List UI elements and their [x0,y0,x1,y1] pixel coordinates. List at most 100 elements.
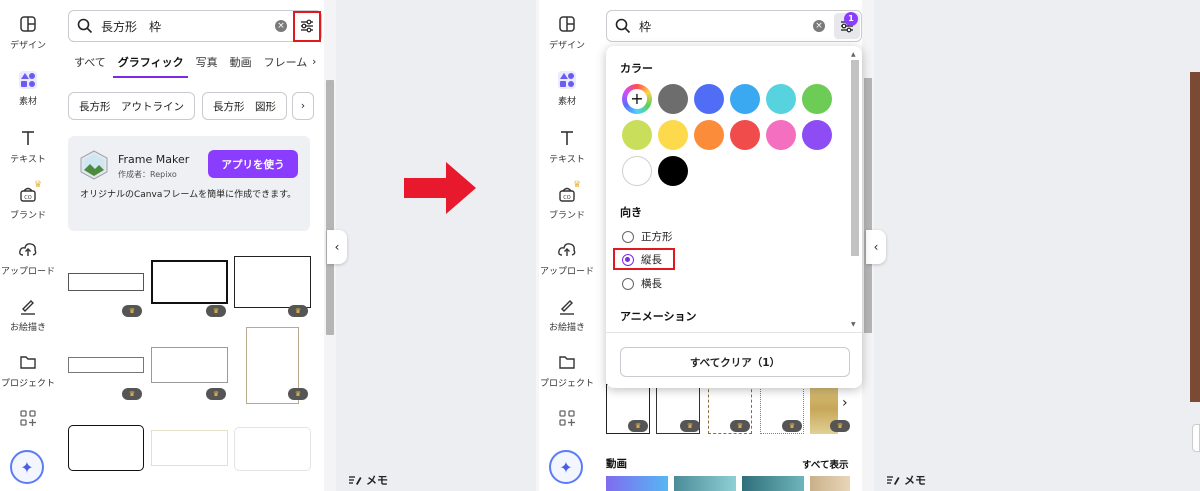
rail-item-projects[interactable]: プロジェクト [0,352,56,389]
popover-divider [606,332,862,333]
transition-arrow-icon [404,162,476,214]
rail-label: デザイン [9,41,46,51]
tab-photos[interactable]: 写真 [196,54,218,70]
rail-item-upload[interactable]: アップロード [539,240,595,277]
result-frame-thumbnail[interactable] [234,256,311,308]
premium-crown-icon: ♛ [628,420,648,432]
premium-crown-icon: ♛ [288,388,308,400]
collapse-panel-chevron-icon[interactable]: ‹ [866,230,886,264]
clear-all-button[interactable]: すべてクリア（1） [620,347,850,377]
rail-item-brand[interactable]: CO ブランド [0,184,56,221]
result-frame-thumbnail[interactable] [68,357,144,373]
page-control[interactable] [1192,424,1200,452]
app-name: Frame Maker [118,153,190,166]
color-swatch[interactable] [658,84,688,114]
rail-item-elements[interactable]: 素材 [539,70,595,107]
draw-icon [560,300,574,315]
results-next-chevron-icon[interactable]: › [842,395,848,411]
apps-icon[interactable] [18,408,38,428]
premium-crown-icon: ♛ [680,420,700,432]
rail-item-projects[interactable]: プロジェクト [539,352,595,389]
design-icon [559,16,575,32]
add-custom-color-button[interactable]: + [622,84,652,114]
rail-item-brand[interactable]: CO ブランド [539,184,595,221]
rail-label: 素材 [557,97,576,107]
canvas-design-edge [1190,72,1200,402]
clear-search-icon[interactable]: × [813,20,825,32]
result-frame-thumbnail[interactable] [151,260,228,304]
collapse-panel-chevron-icon[interactable]: ‹ [327,230,347,264]
scroll-down-icon[interactable]: ▼ [851,321,856,328]
color-swatch[interactable] [730,84,760,114]
color-swatch[interactable] [622,156,652,186]
search-icon [615,18,631,34]
memo-button[interactable]: メモ [886,472,926,488]
magic-sparkle-icon[interactable]: ✦ [10,450,44,484]
color-swatch[interactable] [730,120,760,150]
search-value: 枠 [639,19,652,34]
frame-maker-logo-icon [80,150,108,180]
rail-item-text[interactable]: テキスト [0,128,56,165]
scroll-up-icon[interactable]: ▲ [851,51,856,58]
video-thumbnail[interactable] [606,476,668,491]
search-input[interactable]: 枠 × [606,10,862,42]
upload-icon [19,243,37,256]
suggestion-chip[interactable]: 長方形 アウトライン [68,92,195,120]
rail-item-design[interactable]: デザイン [0,14,56,51]
upload-icon [558,243,576,256]
result-frame-thumbnail[interactable] [234,427,311,471]
svg-text:CO: CO [24,195,31,201]
suggestion-chip[interactable]: 長方形 図形 [202,92,287,120]
color-swatch[interactable] [802,84,832,114]
active-tab-indicator [113,76,188,78]
result-frame-thumbnail[interactable] [68,425,144,471]
color-swatch[interactable] [802,120,832,150]
tab-videos[interactable]: 動画 [230,54,252,70]
result-frame-thumbnail[interactable] [151,430,228,466]
result-frame-thumbnail[interactable] [68,273,144,291]
orientation-landscape-radio[interactable] [622,278,634,290]
right-panel-scrollbar[interactable] [864,78,872,333]
rail-item-draw[interactable]: お絵描き [539,296,595,333]
tab-frames[interactable]: フレーム [264,54,308,70]
rail-item-text[interactable]: テキスト [539,128,595,165]
rail-item-upload[interactable]: アップロード [0,240,56,277]
rail-item-design[interactable]: デザイン [539,14,595,51]
see-all-link[interactable]: すべて表示 [802,457,848,471]
rail-label: アップロード [539,267,594,277]
design-icon [20,16,36,32]
chips-next-chevron-icon[interactable]: › [292,92,314,120]
video-thumbnail[interactable] [674,476,736,491]
color-swatch[interactable] [622,120,652,150]
rail-item-draw[interactable]: お絵描き [0,296,56,333]
orientation-square-radio[interactable] [622,231,634,243]
color-swatch[interactable] [658,120,688,150]
memo-button[interactable]: メモ [348,472,388,488]
video-thumbnail[interactable] [810,476,850,491]
result-frame-thumbnail[interactable] [151,347,228,383]
apps-icon[interactable] [557,408,577,428]
color-swatch[interactable] [766,120,796,150]
tab-all[interactable]: すべて [74,54,106,70]
magic-sparkle-icon[interactable]: ✦ [549,450,583,484]
color-swatch[interactable] [658,156,688,186]
tab-graphics[interactable]: グラフィック [118,54,184,70]
popover-scrollbar[interactable] [851,60,859,256]
search-input[interactable]: 長方形 枠 × [68,10,322,42]
rail-item-elements[interactable]: 素材 [0,70,56,107]
video-thumbnail[interactable] [742,476,804,491]
use-app-button[interactable]: アプリを使う [208,150,298,178]
right-rail: デザイン 素材 テキスト CO ブランド ♛ アップロード お絵描き プロジェク… [539,0,595,491]
rail-label: ブランド [548,211,585,221]
filter-popover: カラー + 向き 正方形 縦長 横長 アニメーション すべてクリア（1） ▲ ▼ [606,46,862,388]
color-swatch[interactable] [766,84,796,114]
rail-label: お絵描き [9,323,46,333]
color-swatch[interactable] [694,84,724,114]
rail-label: テキスト [10,155,46,165]
clear-search-icon[interactable]: × [275,20,287,32]
tabs-next-chevron-icon[interactable]: › [312,55,316,68]
left-search-panel: 長方形 枠 × すべて グラフィック 写真 動画 フレーム › 長方形 アウトラ… [56,0,324,491]
left-panel-scrollbar[interactable] [326,80,334,335]
premium-crown-icon: ♛ [730,420,750,432]
color-swatch[interactable] [694,120,724,150]
